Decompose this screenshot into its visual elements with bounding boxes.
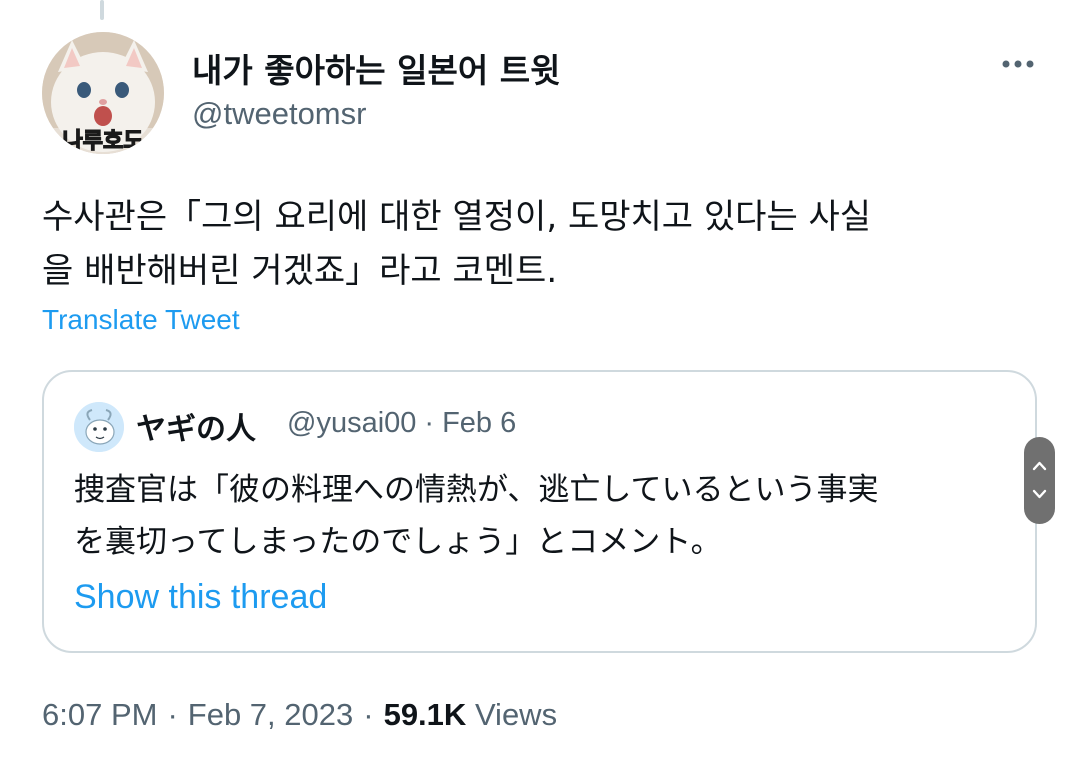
quoted-tweet-card[interactable]: ヤギの人 @yusai00 · Feb 6 捜査官は「彼の料理への情熱が、逃亡してい… — [42, 370, 1037, 653]
translate-tweet-link[interactable]: Translate Tweet — [42, 304, 240, 336]
quote-author-handle[interactable]: @yusai00 — [287, 407, 416, 439]
quote-author-name[interactable]: ヤギの人 — [136, 404, 256, 448]
cat-avatar-image: 나루호도 — [42, 32, 164, 154]
author-handle[interactable]: @tweetomsr — [192, 96, 366, 132]
quote-meta: @yusai00 · Feb 6 — [287, 407, 516, 440]
tweet-text: 수사관은「그의 요리에 대한 열정이, 도망치고 있다는 사실 을 배반해버린 … — [42, 197, 872, 291]
tweet-time[interactable]: 6:07 PM — [42, 697, 157, 732]
tweet-detail-page: 나루호도 내가 좋아하는 일본어 트윗 @tweetomsr 수사관은「그의 요… — [0, 0, 1079, 768]
scroll-arrows — [1032, 461, 1047, 499]
views-count: 59.1K — [383, 697, 467, 732]
meta-separator: · — [424, 407, 435, 439]
more-options-button[interactable] — [994, 50, 1042, 78]
tweet-date[interactable]: Feb 7, 2023 — [188, 697, 353, 732]
quote-date[interactable]: Feb 6 — [442, 407, 516, 439]
goat-avatar-image — [74, 402, 124, 452]
avatar-caption: 나루호도 — [63, 129, 144, 154]
avatar[interactable]: 나루호도 — [42, 32, 164, 154]
meta-separator: · — [167, 697, 178, 732]
quote-avatar[interactable] — [74, 402, 124, 452]
quote-text: 捜査官は「彼の料理への情熱が、逃亡しているという事実 を裏切ってしまったのでしょ… — [74, 472, 879, 560]
chevron-up-icon[interactable] — [1032, 461, 1047, 471]
more-horizontal-icon — [1002, 60, 1034, 68]
chevron-down-icon[interactable] — [1032, 489, 1047, 499]
thread-connector-line — [100, 0, 104, 20]
show-thread-link[interactable]: Show this thread — [74, 578, 327, 617]
tweet-meta-line: 6:07 PM · Feb 7, 2023 · 59.1K Views — [42, 697, 557, 733]
views-label: Views — [474, 697, 558, 732]
page-scroll-control[interactable] — [1024, 437, 1055, 524]
meta-separator: · — [363, 697, 374, 732]
author-display-name[interactable]: 내가 좋아하는 일본어 트윗 — [192, 44, 560, 92]
